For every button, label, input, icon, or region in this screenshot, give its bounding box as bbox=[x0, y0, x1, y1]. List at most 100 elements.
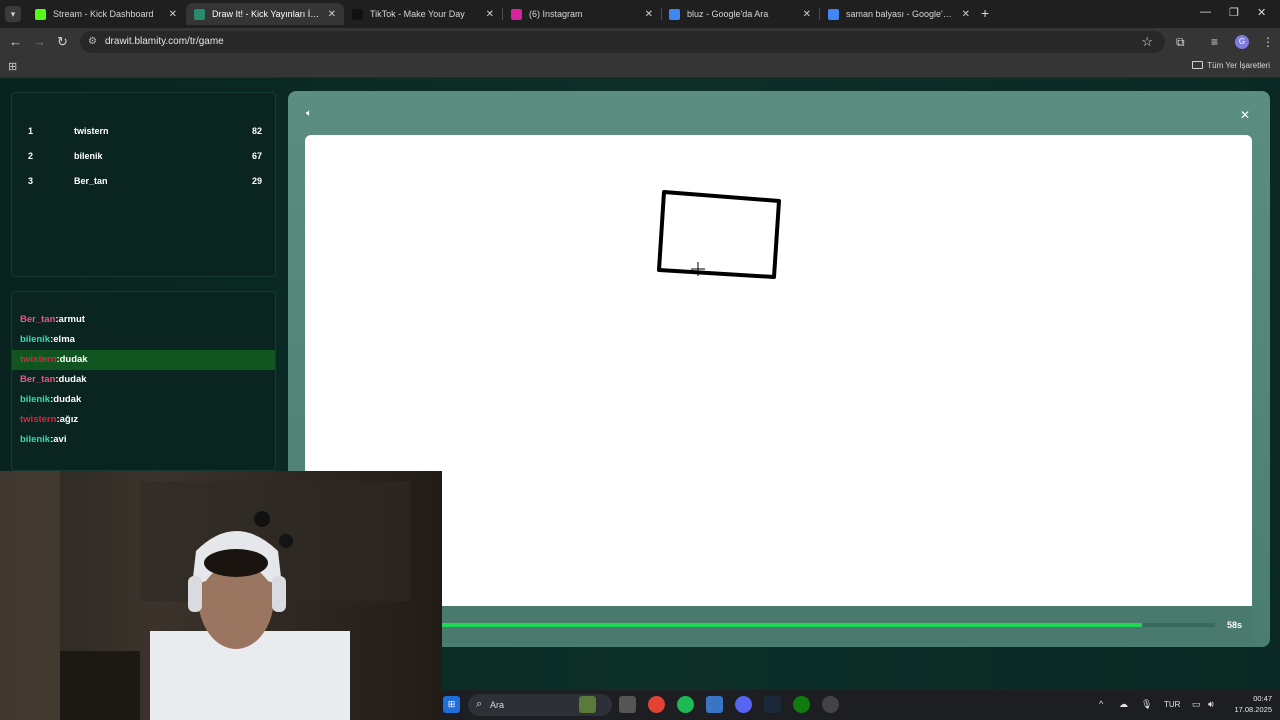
chat-guess: armut bbox=[58, 314, 85, 325]
network-icon[interactable]: ▭ bbox=[1192, 699, 1201, 710]
drawn-rectangle bbox=[657, 190, 781, 279]
app-icon[interactable] bbox=[822, 696, 839, 713]
new-tab-icon[interactable]: + bbox=[981, 5, 989, 21]
reading-list-icon[interactable]: ≡ bbox=[1211, 35, 1218, 49]
extensions-icon[interactable]: ⧉ bbox=[1176, 35, 1185, 50]
cloud-icon[interactable]: ☁ bbox=[1119, 699, 1128, 710]
chat-message: bilenik:avi bbox=[12, 430, 275, 450]
tab-close-icon[interactable]: ✕ bbox=[328, 9, 336, 20]
chat-message: bilenik:dudak bbox=[12, 390, 275, 410]
chat-username: twistern bbox=[20, 414, 57, 425]
search-icon: ⌕ bbox=[476, 698, 483, 710]
tab-title: (6) Instagram bbox=[529, 9, 583, 19]
tab-5[interactable]: saman balyası - Google'da Ara ✕ bbox=[820, 3, 978, 25]
leaderboard-row: 1 twistern 82 bbox=[12, 122, 277, 142]
reload-icon[interactable]: ↻ bbox=[57, 34, 68, 50]
tab-close-icon[interactable]: ✕ bbox=[962, 9, 970, 20]
spotify-icon[interactable] bbox=[677, 696, 694, 713]
address-bar: ← → ↻ ⚙ drawit.blamity.com/tr/game ☆ ⧉ ≡… bbox=[0, 28, 1280, 56]
leaderboard-name: twistern bbox=[74, 126, 109, 136]
leaderboard-rank: 3 bbox=[28, 176, 34, 186]
chat-message: Ber_tan:armut bbox=[12, 310, 275, 330]
drawit-icon bbox=[194, 8, 205, 20]
leaderboard-row: 3 Ber_tan 29 bbox=[12, 172, 277, 192]
url-field[interactable]: ⚙ drawit.blamity.com/tr/game ☆ bbox=[80, 31, 1165, 53]
back-icon[interactable]: ← bbox=[9, 34, 22, 49]
timer-text: 58s bbox=[1226, 620, 1242, 630]
tab-close-icon[interactable]: ✕ bbox=[645, 9, 653, 20]
tab-title: Draw It! - Kick Yayınları İçin Çizi bbox=[212, 9, 322, 19]
chrome-icon[interactable] bbox=[648, 696, 665, 713]
maximize-icon[interactable]: ❐ bbox=[1229, 6, 1239, 19]
chat-guess: dudak bbox=[58, 374, 87, 385]
microphone-icon[interactable]: 🎙︎ bbox=[1141, 699, 1152, 710]
close-icon[interactable]: ✕ bbox=[1240, 108, 1250, 122]
taskbar: ⊞ ⌕ Ara ^ ☁ 🎙︎ TUR ▭ 🔊︎ bbox=[442, 690, 1280, 720]
tab-close-icon[interactable]: ✕ bbox=[169, 9, 177, 20]
chat-message: bilenik:elma bbox=[12, 330, 275, 350]
apps-grid-icon[interactable]: ⊞ bbox=[8, 60, 17, 73]
leaderboard-score: 67 bbox=[251, 151, 262, 161]
xbox-icon[interactable] bbox=[793, 696, 810, 713]
leaderboard-rank: 2 bbox=[28, 151, 34, 161]
store-icon[interactable] bbox=[706, 696, 723, 713]
bookmark-star-icon[interactable]: ☆ bbox=[1141, 34, 1153, 50]
leaderboard-row: 2 bilenik 67 bbox=[12, 147, 277, 167]
leaderboard-score: 29 bbox=[251, 176, 262, 186]
site-info-icon[interactable]: ⚙ bbox=[88, 36, 97, 47]
instagram-icon bbox=[511, 8, 522, 20]
webcam-overlay bbox=[0, 471, 442, 720]
all-bookmarks-button[interactable]: Tüm Yer İşaretleri bbox=[1192, 61, 1270, 70]
chat-message: twistern:ağız bbox=[12, 410, 275, 430]
clock-date: 17.08.2025 bbox=[1234, 705, 1272, 714]
task-view-icon[interactable] bbox=[619, 696, 636, 713]
leaderboard-rank: 1 bbox=[28, 126, 34, 136]
tiktok-icon bbox=[352, 8, 363, 20]
tab-3[interactable]: (6) Instagram ✕ bbox=[503, 3, 661, 25]
url-text[interactable]: drawit.blamity.com/tr/game bbox=[105, 36, 224, 47]
chat-username: Ber_tan bbox=[20, 314, 56, 325]
drawing-canvas[interactable] bbox=[305, 135, 1252, 606]
chat-guess: dudak bbox=[59, 354, 88, 365]
timer-bar: 58s bbox=[305, 606, 1252, 644]
google-icon bbox=[828, 8, 839, 20]
window-close-icon[interactable]: ✕ bbox=[1257, 6, 1266, 19]
chat-guess: elma bbox=[53, 334, 75, 345]
tab-search-icon[interactable]: ▾ bbox=[5, 6, 21, 22]
tab-title: bluz - Google'da Ara bbox=[687, 9, 769, 19]
volume-icon[interactable]: 🔊︎ bbox=[1208, 699, 1214, 710]
tab-title: saman balyası - Google'da Ara bbox=[846, 9, 956, 19]
browser-menu-icon[interactable]: ⋮ bbox=[1262, 35, 1274, 49]
google-icon bbox=[669, 8, 680, 20]
tab-close-icon[interactable]: ✕ bbox=[803, 9, 811, 20]
chat-message: Ber_tan:dudak bbox=[12, 370, 275, 390]
minimize-icon[interactable]: — bbox=[1200, 6, 1211, 18]
forward-icon[interactable]: → bbox=[33, 34, 46, 49]
sound-icon[interactable]: 🔈︎ bbox=[306, 108, 312, 119]
leaderboard-name: Ber_tan bbox=[74, 176, 108, 186]
tab-4[interactable]: bluz - Google'da Ara ✕ bbox=[661, 3, 819, 25]
kick-icon bbox=[35, 8, 46, 20]
widget-icon[interactable] bbox=[579, 696, 596, 713]
chat-guess: avi bbox=[53, 434, 67, 445]
steam-icon[interactable] bbox=[764, 696, 781, 713]
profile-avatar[interactable]: G bbox=[1235, 35, 1249, 49]
chat-username: bilenik bbox=[20, 434, 51, 445]
tab-1[interactable]: Draw It! - Kick Yayınları İçin Çizi ✕ bbox=[186, 3, 344, 25]
tab-close-icon[interactable]: ✕ bbox=[486, 9, 494, 20]
start-icon[interactable]: ⊞ bbox=[443, 696, 460, 713]
chat-message: twistern:dudak bbox=[12, 350, 275, 370]
chat-username: bilenik bbox=[20, 394, 51, 405]
chat-guess: ağız bbox=[59, 414, 79, 425]
tab-title: TikTok - Make Your Day bbox=[370, 9, 465, 19]
bookmarks-bar: ⊞ Tüm Yer İşaretleri bbox=[0, 56, 1280, 78]
language-indicator[interactable]: TUR bbox=[1164, 700, 1180, 709]
chat-guess: dudak bbox=[53, 394, 82, 405]
tab-2[interactable]: TikTok - Make Your Day ✕ bbox=[344, 3, 502, 25]
chat-username: twistern bbox=[20, 354, 57, 365]
chat-username: bilenik bbox=[20, 334, 51, 345]
tab-0[interactable]: Stream - Kick Dashboard ✕ bbox=[27, 3, 185, 25]
discord-icon[interactable] bbox=[735, 696, 752, 713]
tray-chevron-icon[interactable]: ^ bbox=[1099, 699, 1103, 709]
system-clock[interactable]: 00:47 17.08.2025 bbox=[1228, 693, 1272, 715]
